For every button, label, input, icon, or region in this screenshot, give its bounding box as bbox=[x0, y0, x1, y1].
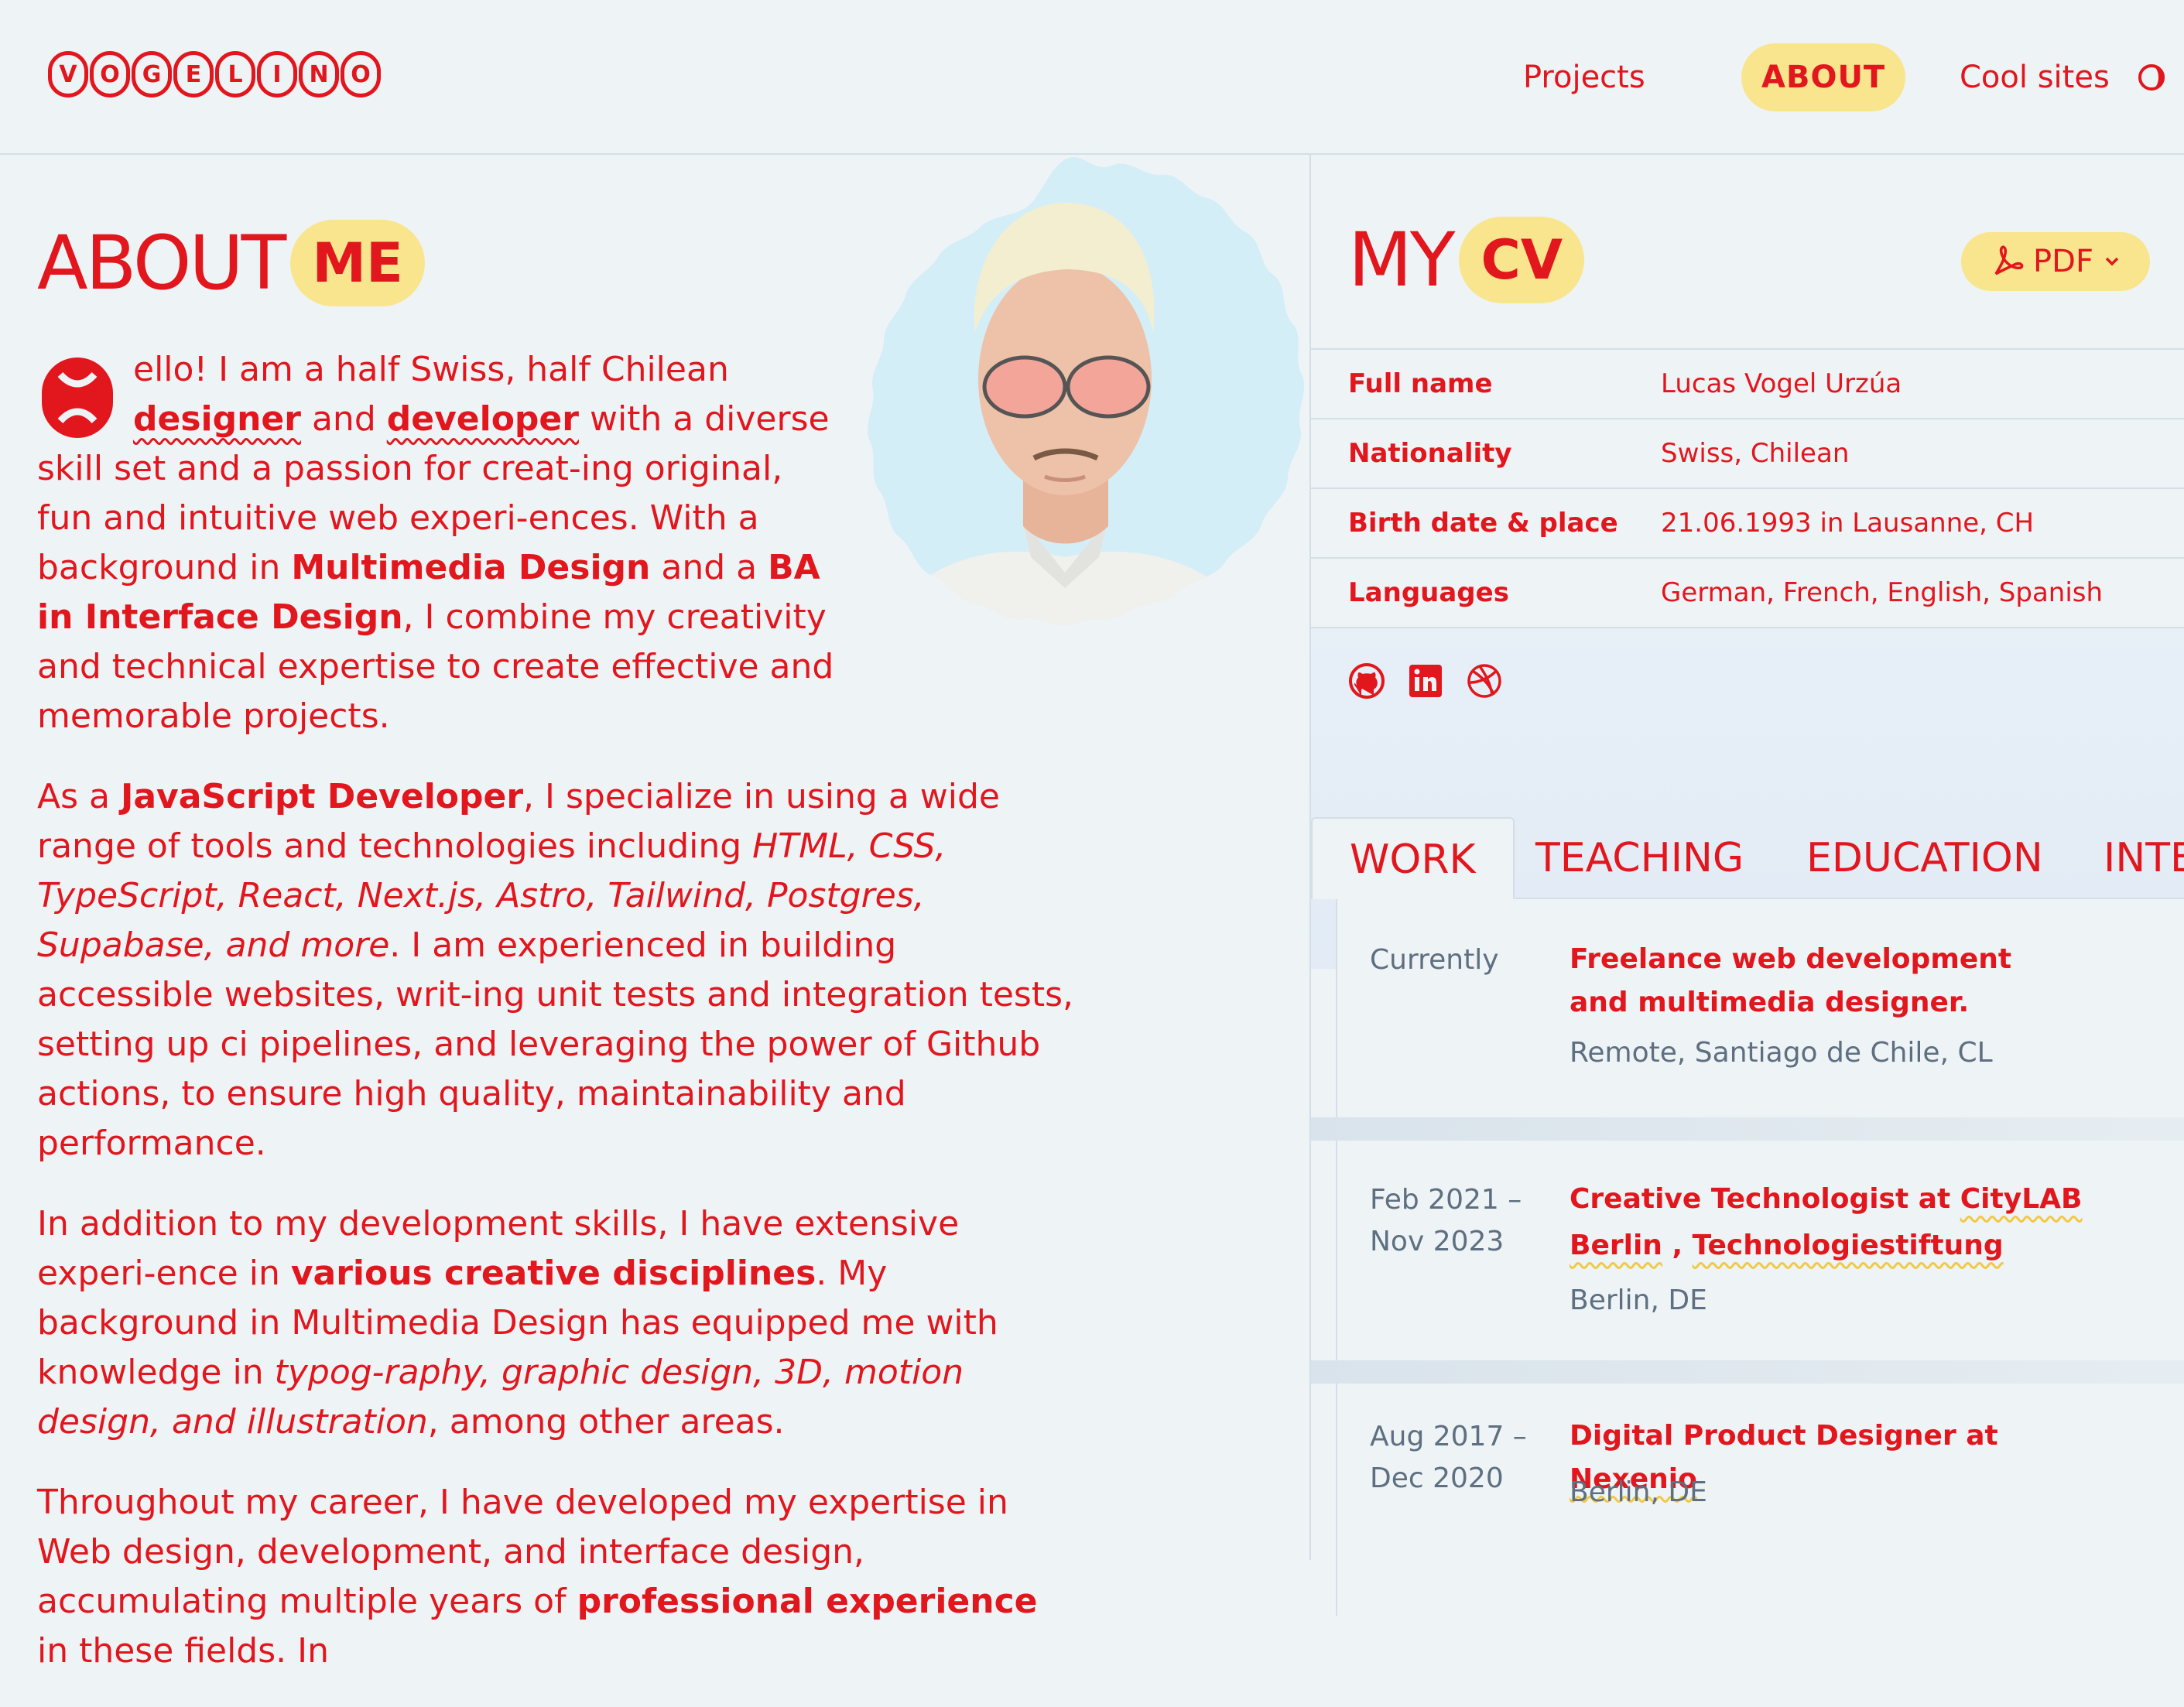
timeline-separator bbox=[1311, 1360, 2184, 1384]
timeline-date: Currently bbox=[1370, 944, 1499, 976]
bio-bold: Multimedia Design bbox=[291, 548, 651, 587]
bio-text: and bbox=[300, 399, 387, 439]
timeline-location: Berlin, DE bbox=[1570, 1476, 1707, 1508]
info-row: Full name Lucas Vogel Urzúa bbox=[1311, 348, 2184, 418]
timeline-date-line: Aug 2017 – bbox=[1370, 1421, 1527, 1452]
info-row: Birth date & place 21.06.1993 in Lausann… bbox=[1311, 487, 2184, 557]
berlin-link[interactable]: Berlin bbox=[1570, 1230, 1662, 1261]
logo-letter: L bbox=[215, 51, 255, 97]
logo-letter: E bbox=[173, 51, 214, 97]
cv-title: MY CV bbox=[1348, 214, 1585, 306]
cv-title-pill: CV bbox=[1459, 217, 1585, 303]
info-value: Lucas Vogel Urzúa bbox=[1661, 368, 1902, 399]
timeline-date-line: Feb 2021 – bbox=[1370, 1184, 1522, 1216]
tab-education[interactable]: EDUCATION bbox=[1806, 817, 2043, 899]
cv-tabs: WORK TEACHING EDUCATION INTE bbox=[1311, 817, 2184, 899]
tab-teaching[interactable]: TEACHING bbox=[1535, 817, 1744, 899]
about-title: ABOUT ME bbox=[37, 217, 425, 310]
tab-interests[interactable]: INTE bbox=[2104, 817, 2184, 899]
timeline-date: Aug 2017 – Dec 2020 bbox=[1370, 1416, 1527, 1500]
cv-info-table: Full name Lucas Vogel Urzúa Nationality … bbox=[1311, 348, 2184, 628]
designer-link[interactable]: designer bbox=[133, 399, 301, 439]
linkedin-icon[interactable] bbox=[1407, 662, 1444, 700]
bio-text: , among other areas. bbox=[427, 1402, 785, 1442]
timeline-title-line: and multimedia designer. bbox=[1570, 987, 1970, 1018]
bio-bold: JavaScript Developer bbox=[120, 777, 524, 816]
citylab-link[interactable]: CityLAB bbox=[1960, 1183, 2083, 1215]
github-icon[interactable] bbox=[1348, 662, 1385, 700]
logo-letter: I bbox=[257, 51, 297, 97]
timeline-title-line: Freelance web development bbox=[1570, 943, 2012, 975]
info-row: Languages German, French, English, Spani… bbox=[1311, 557, 2184, 628]
info-row: Nationality Swiss, Chilean bbox=[1311, 418, 2184, 487]
theme-toggle-icon[interactable] bbox=[2138, 63, 2165, 91]
bio-text: As a bbox=[37, 777, 121, 816]
bio-paragraph-4: Throughout my career, I have developed m… bbox=[37, 1478, 1074, 1676]
info-value: 21.06.1993 in Lausanne, CH bbox=[1661, 508, 2035, 539]
bio-bold: various creative disciplines bbox=[290, 1254, 816, 1293]
timeline-title: Creative Technologist at CityLAB Berlin … bbox=[1570, 1176, 2111, 1269]
timeline-title-text: Digital Product Designer at bbox=[1570, 1420, 1998, 1452]
cv-title-text: MY bbox=[1348, 217, 1455, 303]
tab-work[interactable]: WORK bbox=[1311, 817, 1515, 899]
chevron-down-icon bbox=[2105, 257, 2119, 266]
about-bio: H ello! I am a half Swiss, half Chilean … bbox=[37, 345, 1074, 1707]
info-key: Languages bbox=[1348, 577, 1509, 608]
logo-letter: G bbox=[132, 51, 172, 97]
timeline-location: Berlin, DE bbox=[1570, 1285, 1707, 1316]
cv-section: MY CV PDF Full name Lucas Vogel Urzúa Na… bbox=[1309, 155, 2184, 1616]
timeline-separator bbox=[1311, 1117, 2184, 1141]
timeline-title-text: Creative Technologist at bbox=[1570, 1183, 1960, 1215]
bio-bold: professional experience bbox=[577, 1582, 1038, 1621]
pdf-download-button[interactable]: PDF bbox=[1961, 232, 2150, 291]
dribbble-icon[interactable] bbox=[1466, 662, 1503, 700]
bio-text: ello! I am a half Swiss, half Chilean bbox=[133, 350, 729, 389]
timeline-title: Freelance web development and multimedia… bbox=[1570, 938, 2111, 1025]
pdf-icon bbox=[1994, 245, 2024, 275]
logo-letter: O bbox=[90, 51, 130, 97]
timeline-item: Feb 2021 – Nov 2023 Creative Technologis… bbox=[1336, 1141, 2184, 1360]
info-key: Full name bbox=[1348, 368, 1493, 399]
info-value: Swiss, Chilean bbox=[1661, 438, 1850, 469]
social-links bbox=[1348, 662, 1503, 700]
site-logo[interactable]: V O G E L I N O bbox=[48, 51, 381, 102]
logo-letter: O bbox=[341, 51, 381, 97]
site-header: V O G E L I N O Projects ABOUT Cool site… bbox=[0, 0, 2184, 155]
dropcap-h: H bbox=[42, 357, 113, 438]
timeline-title-text: , bbox=[1662, 1230, 1693, 1261]
timeline-date-line: Nov 2023 bbox=[1370, 1226, 1504, 1257]
developer-link[interactable]: developer bbox=[387, 399, 579, 439]
info-key: Birth date & place bbox=[1348, 508, 1618, 539]
info-value: German, French, English, Spanish bbox=[1661, 577, 2104, 608]
logo-letter: N bbox=[299, 51, 339, 97]
nav-cool-sites[interactable]: Cool sites bbox=[1960, 43, 2110, 111]
timeline-date-line: Dec 2020 bbox=[1370, 1462, 1504, 1494]
timeline-item: Aug 2017 – Dec 2020 Digital Product Desi… bbox=[1336, 1384, 2184, 1616]
timeline-item: Currently Freelance web development and … bbox=[1336, 899, 2184, 1117]
pdf-label: PDF bbox=[2033, 244, 2093, 279]
work-timeline: Currently Freelance web development and … bbox=[1311, 899, 2184, 1616]
info-key: Nationality bbox=[1348, 438, 1512, 469]
main-nav: Projects ABOUT Cool sites bbox=[1487, 43, 2184, 111]
timeline-location: Remote, Santiago de Chile, CL bbox=[1570, 1037, 1993, 1069]
nav-projects[interactable]: Projects bbox=[1523, 43, 1645, 111]
about-title-pill: ME bbox=[290, 220, 425, 306]
bio-text: and a bbox=[650, 548, 769, 587]
bio-paragraph-1: H ello! I am a half Swiss, half Chilean … bbox=[37, 345, 842, 741]
bio-text: in these fields. In bbox=[37, 1631, 329, 1671]
logo-letter: V bbox=[48, 51, 88, 97]
timeline-date: Feb 2021 – Nov 2023 bbox=[1370, 1179, 1522, 1263]
technologiestiftung-link[interactable]: Technologiestiftung bbox=[1693, 1230, 2004, 1261]
bio-paragraph-3: In addition to my development skills, I … bbox=[37, 1199, 1074, 1447]
bio-paragraph-2: As a JavaScript Developer, I specialize … bbox=[37, 772, 1074, 1168]
about-title-text: ABOUT bbox=[37, 220, 286, 306]
nav-about[interactable]: ABOUT bbox=[1741, 43, 1906, 111]
